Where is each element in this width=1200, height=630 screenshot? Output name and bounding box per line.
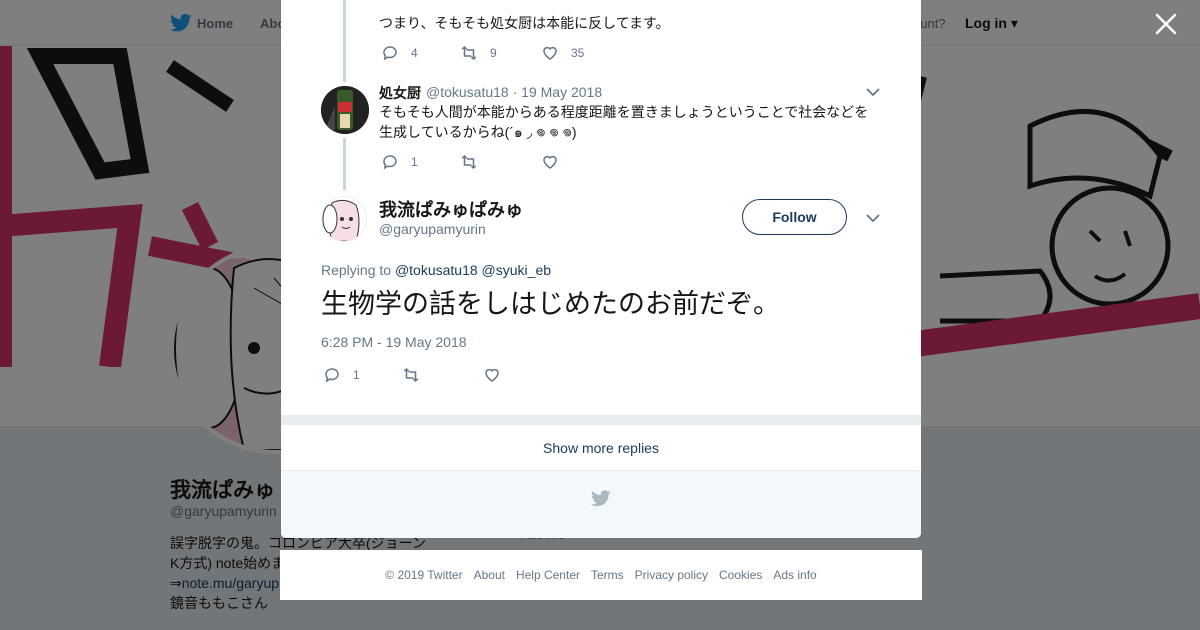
like-count: 35 bbox=[571, 46, 585, 60]
modal-bottom bbox=[281, 471, 921, 538]
reply-date[interactable]: 19 May 2018 bbox=[521, 84, 602, 100]
tweet-timestamp[interactable]: 6:28 PM - 19 May 2018 bbox=[321, 334, 467, 350]
avatar-photo bbox=[321, 86, 369, 134]
main-avatar[interactable] bbox=[321, 196, 367, 242]
reply-icon bbox=[383, 46, 397, 61]
reply-author-handle[interactable]: @tokusatu18 bbox=[426, 84, 509, 100]
footer-link-ads-info[interactable]: Ads info bbox=[773, 568, 816, 582]
mention-link[interactable]: @syuki_eb bbox=[482, 262, 551, 278]
modal-divider bbox=[281, 415, 921, 425]
footer-link-terms[interactable]: Terms bbox=[591, 568, 624, 582]
reply-icon bbox=[325, 368, 339, 383]
reply-count: 1 bbox=[353, 368, 360, 382]
reply-count: 4 bbox=[411, 46, 418, 60]
main-author-name[interactable]: 我流ぱみゅぱみゅ bbox=[379, 196, 523, 222]
footer-link-cookies[interactable]: Cookies bbox=[719, 568, 762, 582]
meta-separator: · bbox=[512, 84, 522, 100]
heart-icon bbox=[543, 46, 557, 60]
main-tweet-text: 生物学の話をしはじめたのお前だぞ。 bbox=[321, 289, 780, 319]
footer-link-about[interactable]: About bbox=[474, 568, 505, 582]
like-action[interactable] bbox=[483, 366, 513, 384]
reply-text-line: 生成しているからね(´๑ ◞ 𖦹 𖦹 𖦹) bbox=[379, 124, 577, 140]
reply-icon bbox=[383, 155, 397, 170]
like-action[interactable] bbox=[541, 153, 571, 171]
footer-link-help-center[interactable]: Help Center bbox=[516, 568, 580, 582]
retweet-icon bbox=[461, 154, 477, 170]
reply-text-line: そもそも人間が本能からある程度距離を置きましょうということで社会などを bbox=[379, 104, 869, 120]
reply-avatar[interactable] bbox=[321, 86, 369, 134]
retweet-count: 9 bbox=[490, 46, 497, 60]
retweet-action[interactable] bbox=[460, 153, 490, 171]
heart-icon bbox=[485, 368, 499, 382]
show-more-replies-button[interactable]: Show more replies bbox=[281, 425, 921, 471]
reply-tweet-text: そもそも人間が本能からある程度距離を置きましょうということで社会などを 生成して… bbox=[379, 102, 889, 142]
reply-action[interactable]: 1 bbox=[381, 153, 418, 171]
footer-link-privacy[interactable]: Privacy policy bbox=[635, 568, 708, 582]
reply-meta: @tokusatu18 · 19 May 2018 bbox=[426, 84, 602, 100]
thread-connector bbox=[343, 138, 346, 190]
replying-label: Replying to bbox=[321, 262, 392, 278]
thread-connector bbox=[343, 0, 346, 82]
twitter-bird-icon bbox=[591, 490, 611, 507]
reply-action[interactable]: 4 bbox=[381, 44, 418, 62]
avatar-illustration bbox=[322, 197, 366, 241]
retweet-action[interactable] bbox=[402, 366, 432, 384]
main-author-handle[interactable]: @garyupamyurin bbox=[379, 221, 486, 237]
footer-copyright: © 2019 Twitter bbox=[385, 568, 463, 582]
heart-icon bbox=[543, 155, 557, 169]
replying-to: Replying to @tokusatu18 @syuki_eb bbox=[321, 262, 551, 278]
retweet-action[interactable]: 9 bbox=[460, 44, 497, 62]
mention-link[interactable]: @tokusatu18 bbox=[395, 262, 478, 278]
reply-action[interactable]: 1 bbox=[323, 366, 360, 384]
reply-count: 1 bbox=[411, 155, 418, 169]
retweet-icon bbox=[403, 367, 419, 383]
chevron-down-icon[interactable] bbox=[866, 213, 880, 223]
like-action[interactable]: 35 bbox=[541, 44, 584, 62]
follow-button[interactable]: Follow bbox=[742, 199, 847, 235]
page-footer: © 2019 Twitter About Help Center Terms P… bbox=[280, 550, 922, 600]
retweet-icon bbox=[461, 45, 477, 61]
close-icon[interactable] bbox=[1153, 11, 1179, 37]
prev-tweet-text: つまり、そもそも処女厨は本能に反してます。 bbox=[379, 15, 670, 31]
chevron-down-icon[interactable] bbox=[866, 87, 880, 97]
reply-author-name[interactable]: 処女厨 bbox=[379, 83, 421, 103]
